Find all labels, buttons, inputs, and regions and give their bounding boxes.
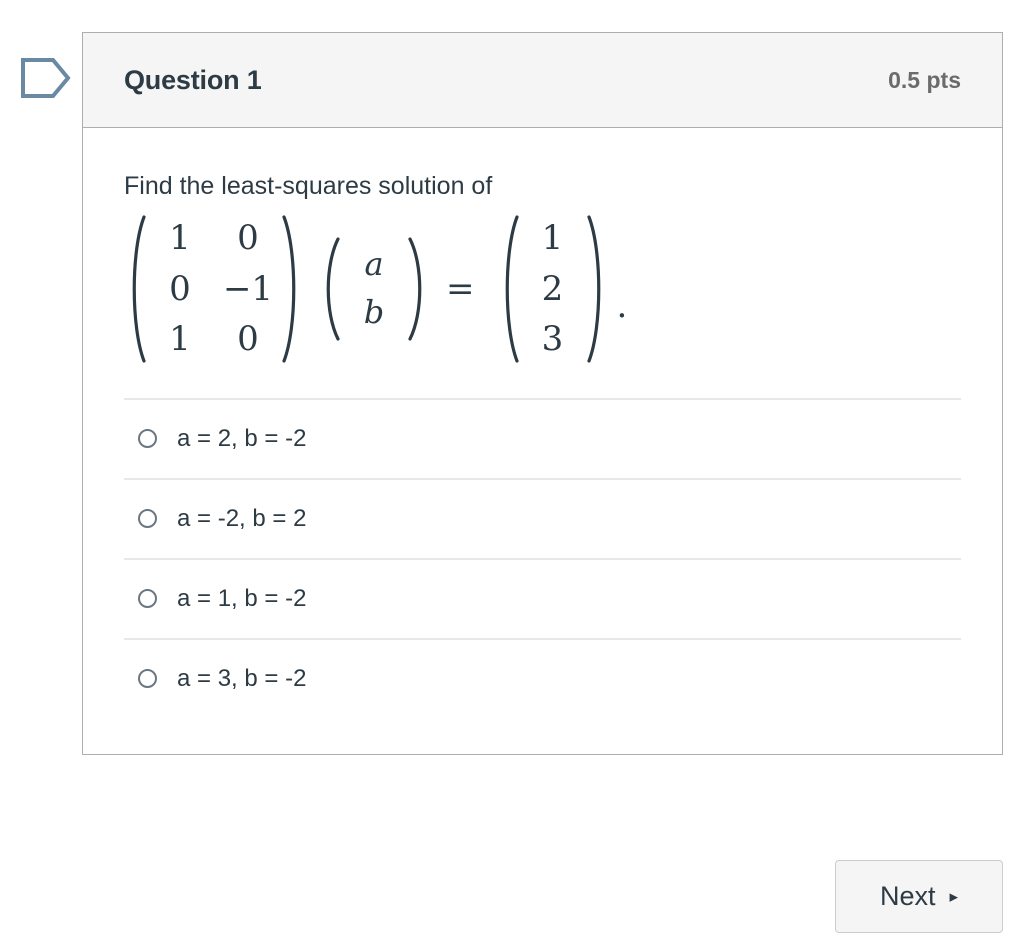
matrix-equation: 1 0 0 −1 1 0 a b = 1 2 3 . xyxy=(124,214,961,364)
answer-option-3[interactable]: a = 1, b = -2 xyxy=(124,557,961,638)
question-header: Question 1 0.5 pts xyxy=(83,33,1002,128)
answer-option-label: a = -2, b = 2 xyxy=(177,504,307,532)
answer-option-2[interactable]: a = -2, b = 2 xyxy=(124,477,961,558)
answer-options: a = 2, b = -2 a = -2, b = 2 a = 1, b = -… xyxy=(124,397,961,754)
matrix-row: 0 −1 xyxy=(146,264,282,314)
question-title: Question 1 xyxy=(124,64,262,95)
equals-sign: = xyxy=(446,268,475,309)
right-hand-side-vector: 1 2 3 xyxy=(497,215,609,363)
coefficient-matrix-cells: 1 0 0 −1 1 0 xyxy=(146,215,282,363)
right-paren-icon xyxy=(282,215,304,363)
matrix-row: 1 0 xyxy=(146,314,282,364)
radio-button-icon[interactable] xyxy=(138,509,157,529)
answer-option-4[interactable]: a = 3, b = -2 xyxy=(124,637,961,718)
matrix-cell: 1 xyxy=(169,218,191,259)
answer-option-label: a = 3, b = -2 xyxy=(177,664,307,692)
matrix-cell: a xyxy=(364,245,384,284)
coefficient-matrix: 1 0 0 −1 1 0 xyxy=(124,215,304,363)
answer-option-label: a = 2, b = -2 xyxy=(177,424,307,452)
matrix-cell: 0 xyxy=(169,268,191,309)
quiz-question-page: Question 1 0.5 pts Find the least-square… xyxy=(0,0,1022,938)
matrix-cell: 3 xyxy=(541,318,564,359)
matrix-cell: 1 xyxy=(169,318,191,359)
matrix-row: b xyxy=(340,289,408,336)
matrix-row: 2 xyxy=(519,264,587,314)
next-button[interactable]: Next ▸ xyxy=(835,860,1003,933)
left-paren-icon xyxy=(497,215,519,363)
matrix-cell: 1 xyxy=(541,218,564,259)
next-button-label: Next xyxy=(879,881,936,911)
caret-right-icon: ▸ xyxy=(949,887,959,906)
left-paren-icon xyxy=(124,215,146,363)
matrix-cell: −1 xyxy=(222,268,274,309)
unknown-vector-cells: a b xyxy=(340,237,408,341)
matrix-cell: 2 xyxy=(541,268,564,309)
answer-option-1[interactable]: a = 2, b = -2 xyxy=(124,397,961,478)
matrix-row: 1 0 xyxy=(146,213,282,263)
equation-period: . xyxy=(616,285,628,326)
matrix-row: 1 xyxy=(519,213,587,263)
question-body: Find the least-squares solution of 1 0 0… xyxy=(83,128,1002,754)
matrix-cell: 0 xyxy=(237,318,259,359)
matrix-cell: 0 xyxy=(237,218,259,259)
question-card: Question 1 0.5 pts Find the least-square… xyxy=(82,32,1003,755)
right-hand-side-cells: 1 2 3 xyxy=(519,215,587,363)
radio-button-icon[interactable] xyxy=(138,429,157,449)
radio-button-icon[interactable] xyxy=(138,589,157,609)
matrix-cell: b xyxy=(363,292,385,331)
question-prompt: Find the least-squares solution of xyxy=(124,172,493,200)
right-paren-icon xyxy=(408,237,430,341)
answer-option-label: a = 1, b = -2 xyxy=(177,584,307,612)
question-points: 0.5 pts xyxy=(888,66,961,93)
question-flag-icon[interactable] xyxy=(20,57,72,99)
matrix-row: a xyxy=(340,241,408,288)
left-paren-icon xyxy=(318,237,340,341)
radio-button-icon[interactable] xyxy=(138,669,157,689)
matrix-row: 3 xyxy=(519,314,587,364)
right-paren-icon xyxy=(586,215,609,363)
unknown-vector: a b xyxy=(318,237,430,341)
